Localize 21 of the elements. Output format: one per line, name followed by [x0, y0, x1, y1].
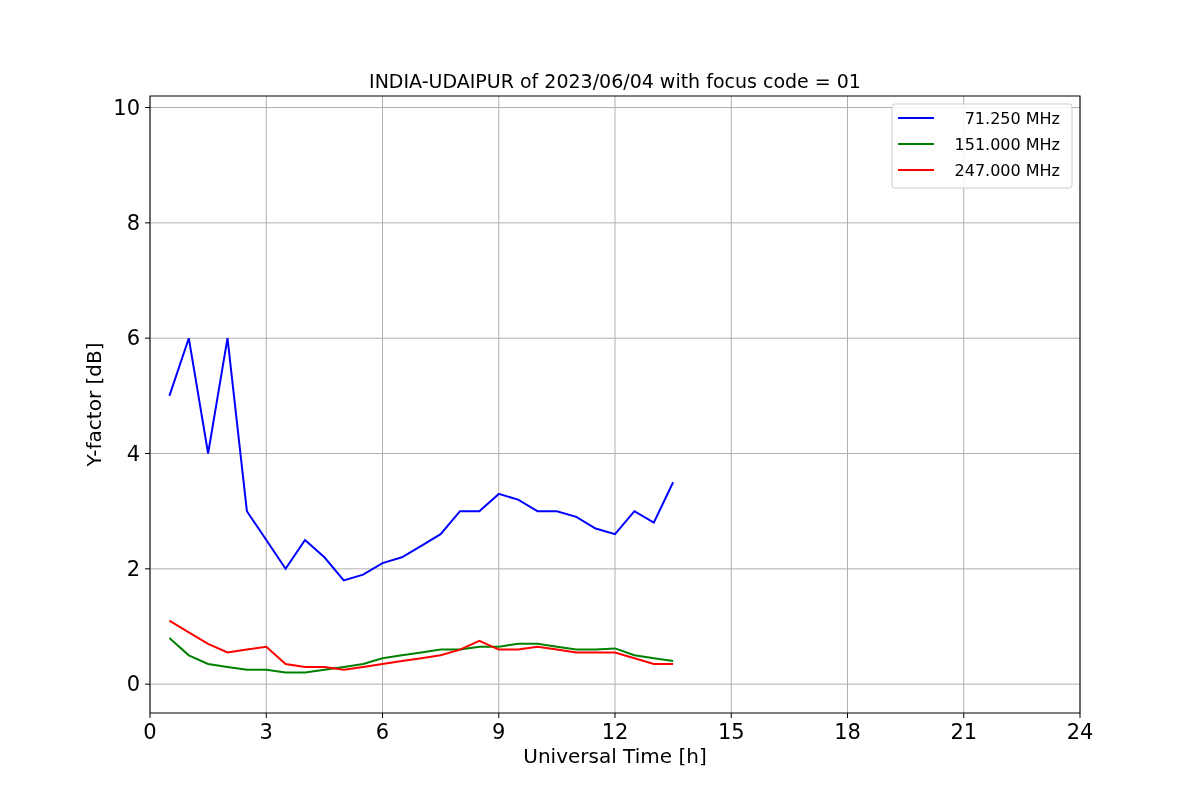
x-tick-label: 18	[834, 720, 861, 744]
legend-label: 247.000 MHz	[954, 161, 1060, 180]
x-tick-label: 21	[950, 720, 978, 744]
y-tick-label: 8	[126, 210, 140, 235]
x-tick-label: 24	[1066, 720, 1094, 744]
x-tick-label: 6	[375, 720, 390, 744]
x-tick-label: 15	[717, 720, 745, 744]
x-tick-label: 0	[143, 720, 157, 744]
y-tick-label: 10	[113, 95, 140, 120]
y-tick-label: 6	[126, 326, 140, 351]
x-tick-label: 12	[601, 720, 629, 744]
chart-title: INDIA-UDAIPUR of 2023/06/04 with focus code = 01	[369, 70, 861, 92]
x-axis-label: Universal Time [h]	[523, 744, 707, 768]
x-tick-label: 9	[492, 720, 506, 744]
y-tick-label: 2	[126, 556, 140, 581]
y-tick-label: 4	[126, 441, 140, 466]
legend-label: 71.250 MHz	[964, 109, 1060, 128]
y-tick-label: 0	[126, 672, 140, 697]
y-axis-label: Y-factor [dB]	[82, 342, 106, 467]
legend-label: 151.000 MHz	[954, 135, 1060, 154]
x-tick-label: 3	[259, 720, 273, 744]
